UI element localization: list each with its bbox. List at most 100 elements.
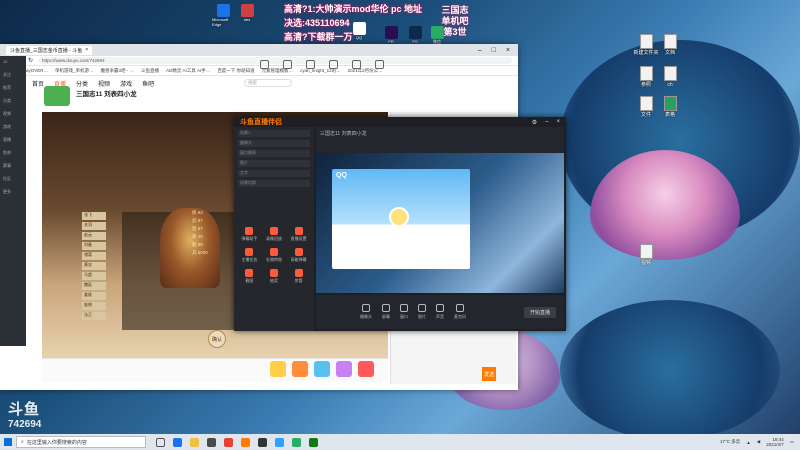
history-icon[interactable] [260, 60, 269, 69]
network-icon[interactable]: ▲ [746, 440, 750, 445]
scene-row[interactable]: 图片 [238, 160, 310, 167]
sidebar-item[interactable]: 游戏 [0, 124, 26, 134]
stat-item: 政 45 [192, 234, 203, 239]
officer-item: 黄忠 [82, 262, 106, 270]
officer-item: 马超 [82, 272, 106, 280]
task-icon[interactable] [329, 60, 338, 69]
gift-item[interactable] [314, 361, 330, 377]
notification-icon[interactable]: ▭ [790, 439, 794, 445]
sidebar-item[interactable]: 赛事 [0, 163, 26, 173]
xbox-icon[interactable] [309, 437, 318, 447]
tool-function[interactable]: 主播任务 [238, 248, 261, 263]
bookmark-item[interactable]: 百度一下 你就知道 [217, 68, 254, 74]
settings-icon[interactable]: ⚙ [532, 119, 537, 126]
douyu-watermark: 斗鱼 742694 [8, 398, 41, 430]
bookmark-item[interactable]: 单机游戏_单机游… [55, 68, 94, 74]
send-button[interactable]: 发送 [482, 367, 496, 381]
user-icon[interactable] [375, 60, 384, 69]
taskbar-apps [156, 437, 318, 447]
source-button[interactable]: 图片 [418, 304, 426, 320]
message-icon[interactable] [306, 60, 315, 69]
source-button[interactable]: 摄像头 [360, 304, 372, 320]
tool-function[interactable]: 截图 [238, 269, 261, 284]
game-icon[interactable] [352, 60, 361, 69]
app-icon-obs[interactable]: obs [236, 4, 258, 22]
tool-function[interactable]: 房管 [287, 269, 310, 284]
tool-function[interactable]: 弹幕助手 [238, 227, 261, 242]
qq-login-window[interactable]: QQ [332, 169, 470, 269]
desktop-icon[interactable]: 文档 [656, 34, 684, 56]
officer-item: 赵云 [82, 232, 106, 240]
close-window-icon[interactable]: × [506, 47, 510, 54]
header-icon-row [260, 60, 384, 69]
douyu-icon[interactable] [241, 437, 250, 447]
desktop-icon[interactable]: 视频 [632, 244, 660, 266]
tool-function[interactable]: 录像回放 [263, 227, 286, 242]
sidebar-item[interactable]: 直播 [0, 137, 26, 147]
tool-logo: 斗鱼直播伴侣 [240, 119, 282, 126]
volume-icon[interactable]: ◀ [757, 439, 760, 445]
gift-item[interactable] [336, 361, 352, 377]
scene-row[interactable]: 场景切换 [238, 180, 310, 187]
avatar[interactable] [389, 207, 409, 227]
browser-tab[interactable]: 斗鱼直播_三国志金币直播 - 斗鱼 × [6, 45, 93, 55]
desktop-icon[interactable]: ch [656, 66, 684, 88]
obs-icon[interactable] [258, 437, 267, 447]
desktop-icon[interactable]: 表格 [656, 96, 684, 118]
sidebar-item[interactable]: 12 [0, 59, 26, 69]
sidebar-item[interactable]: 关注 [0, 72, 26, 82]
nav-item-home[interactable]: 首页 [32, 79, 44, 88]
edge-icon[interactable] [173, 437, 182, 447]
sidebar-item[interactable]: 社区 [0, 176, 26, 186]
desktop-icon[interactable]: 文件 [632, 96, 660, 118]
bookmark-item[interactable]: 魔兽争霸3吧 - … [101, 68, 135, 74]
scene-row[interactable]: 窗口捕获 [238, 150, 310, 157]
maximize-icon[interactable]: □ [492, 47, 496, 54]
bookmark-item[interactable]: AD精灵 AI工具 AI手… [166, 68, 210, 74]
gift-item[interactable] [358, 361, 374, 377]
start-live-button[interactable]: 开始直播 [523, 306, 556, 318]
wechat-icon[interactable] [292, 437, 301, 447]
tool-function[interactable]: 抽奖 [263, 269, 286, 284]
download-icon[interactable] [283, 60, 292, 69]
source-button[interactable]: 窗口 [400, 304, 408, 320]
source-button[interactable]: 麦克风 [454, 304, 466, 320]
source-button[interactable]: 屏幕 [382, 304, 390, 320]
minimize-icon[interactable]: – [478, 47, 482, 54]
sidebar-item[interactable]: 推荐 [0, 85, 26, 95]
source-button[interactable]: 声音 [436, 304, 444, 320]
tool-function[interactable]: 礼物特效 [263, 248, 286, 263]
chrome-icon[interactable] [224, 437, 233, 447]
gift-item[interactable] [270, 361, 286, 377]
gift-item[interactable] [292, 361, 308, 377]
clock[interactable]: 18:44 2021/4/7 [766, 437, 784, 447]
qq-icon[interactable] [275, 437, 284, 447]
scene-row[interactable]: 场景1 [238, 130, 310, 137]
weather[interactable]: 17°C 多云 [720, 439, 740, 445]
close-icon[interactable]: × [556, 119, 560, 126]
game-confirm-button[interactable]: 确认 [208, 330, 226, 348]
app-icon-edge[interactable]: Microsoft Edge [212, 4, 234, 27]
sidebar-item[interactable]: 更多 [0, 189, 26, 199]
folder-icon[interactable] [190, 437, 199, 447]
minimize-icon[interactable]: – [545, 119, 548, 126]
watermark-room: 742694 [8, 419, 42, 430]
bookmark-item[interactable]: 斗鱼直播 [141, 68, 159, 74]
reload-icon[interactable]: ↻ [28, 57, 33, 64]
search-icon: ⌕ [21, 439, 24, 445]
scene-row[interactable]: 文字 [238, 170, 310, 177]
store-icon[interactable] [207, 437, 216, 447]
avatar[interactable] [44, 86, 70, 106]
task-view-icon[interactable] [156, 437, 165, 447]
sidebar-item[interactable]: 鱼吧 [0, 150, 26, 160]
tool-function[interactable]: 高能弹幕 [287, 248, 310, 263]
tool-function[interactable]: 直播设置 [287, 227, 310, 242]
close-icon[interactable]: × [85, 47, 88, 53]
sidebar-item[interactable]: 视频 [0, 111, 26, 121]
sidebar-item[interactable]: 分类 [0, 98, 26, 108]
scene-row[interactable]: 摄像头 [238, 140, 310, 147]
taskbar-search-input[interactable]: ⌕ 在这里输入你要搜索的内容 [16, 436, 146, 448]
stat-column: 统 93 武 97 智 67 政 45 魅 88 兵 5000 [192, 210, 232, 258]
start-button[interactable] [0, 434, 16, 450]
qq-logo: QQ [336, 172, 347, 179]
